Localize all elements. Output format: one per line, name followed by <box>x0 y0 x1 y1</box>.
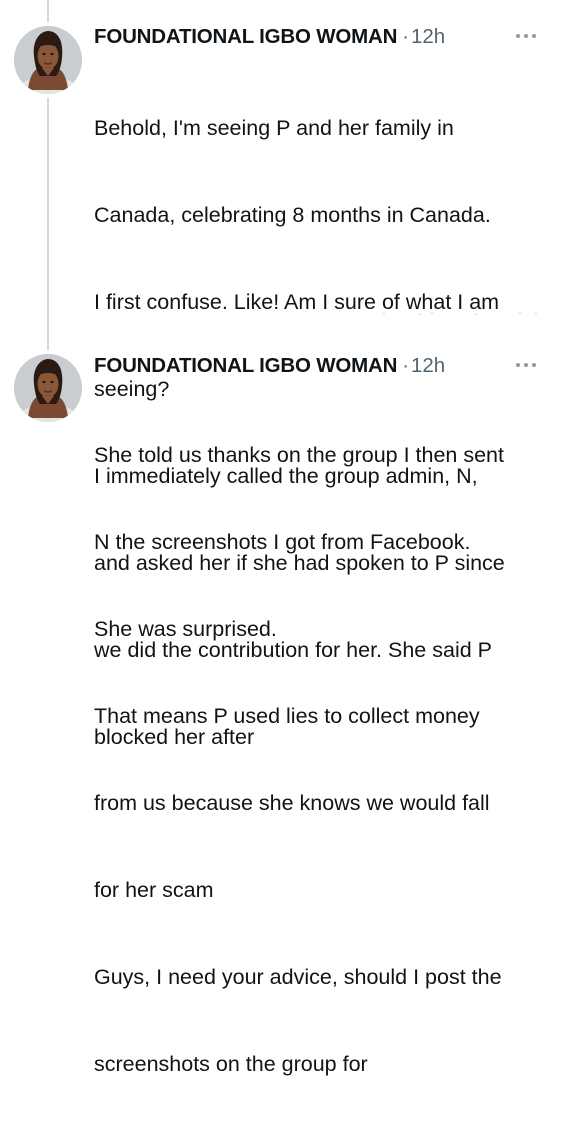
tweet-header: FOUNDATIONAL IGBO WOMAN · 12h <box>94 24 445 50</box>
timestamp[interactable]: 12h <box>411 25 445 49</box>
tweet[interactable]: FOUNDATIONAL IGBO WOMAN · 12h Behold, I'… <box>0 0 564 749</box>
more-horizontal-icon[interactable] <box>508 355 544 375</box>
tweet-text-line: from us because she knows we would fall <box>94 791 490 815</box>
tweet-text: She told us thanks on the group I then s… <box>94 383 544 1137</box>
separator-dot: · <box>402 25 409 48</box>
tweet-text-line: She told us thanks on the group I then s… <box>94 443 504 467</box>
avatar[interactable] <box>14 26 82 94</box>
timestamp[interactable]: 12h <box>411 354 445 378</box>
more-horizontal-icon[interactable] <box>508 26 544 46</box>
tweet-text-line: She was surprised. <box>94 617 277 641</box>
tweet-text-line: Guys, I need your advice, should I post … <box>94 965 502 989</box>
tweet-text-line: screenshots on the group for <box>94 1052 368 1076</box>
separator-dot: · <box>402 354 409 377</box>
author-name[interactable]: FOUNDATIONAL IGBO WOMAN <box>94 25 397 49</box>
tweet-text-line: for her scam <box>94 878 214 902</box>
tweet[interactable]: FOUNDATIONAL IGBO WOMAN · 12h She told u… <box>0 330 564 1076</box>
tweet-header: FOUNDATIONAL IGBO WOMAN · 12h <box>94 353 445 379</box>
tweet-text-line: That means P used lies to collect money <box>94 704 480 728</box>
tweet-text-line: N the screenshots I got from Facebook. <box>94 530 471 554</box>
image-artifact <box>383 312 537 315</box>
tweet-text-line: Behold, I'm seeing P and her family in <box>94 116 454 140</box>
author-name[interactable]: FOUNDATIONAL IGBO WOMAN <box>94 354 397 378</box>
tweet-text-line: Canada, celebrating 8 months in Canada. <box>94 203 491 227</box>
avatar[interactable] <box>14 354 82 422</box>
